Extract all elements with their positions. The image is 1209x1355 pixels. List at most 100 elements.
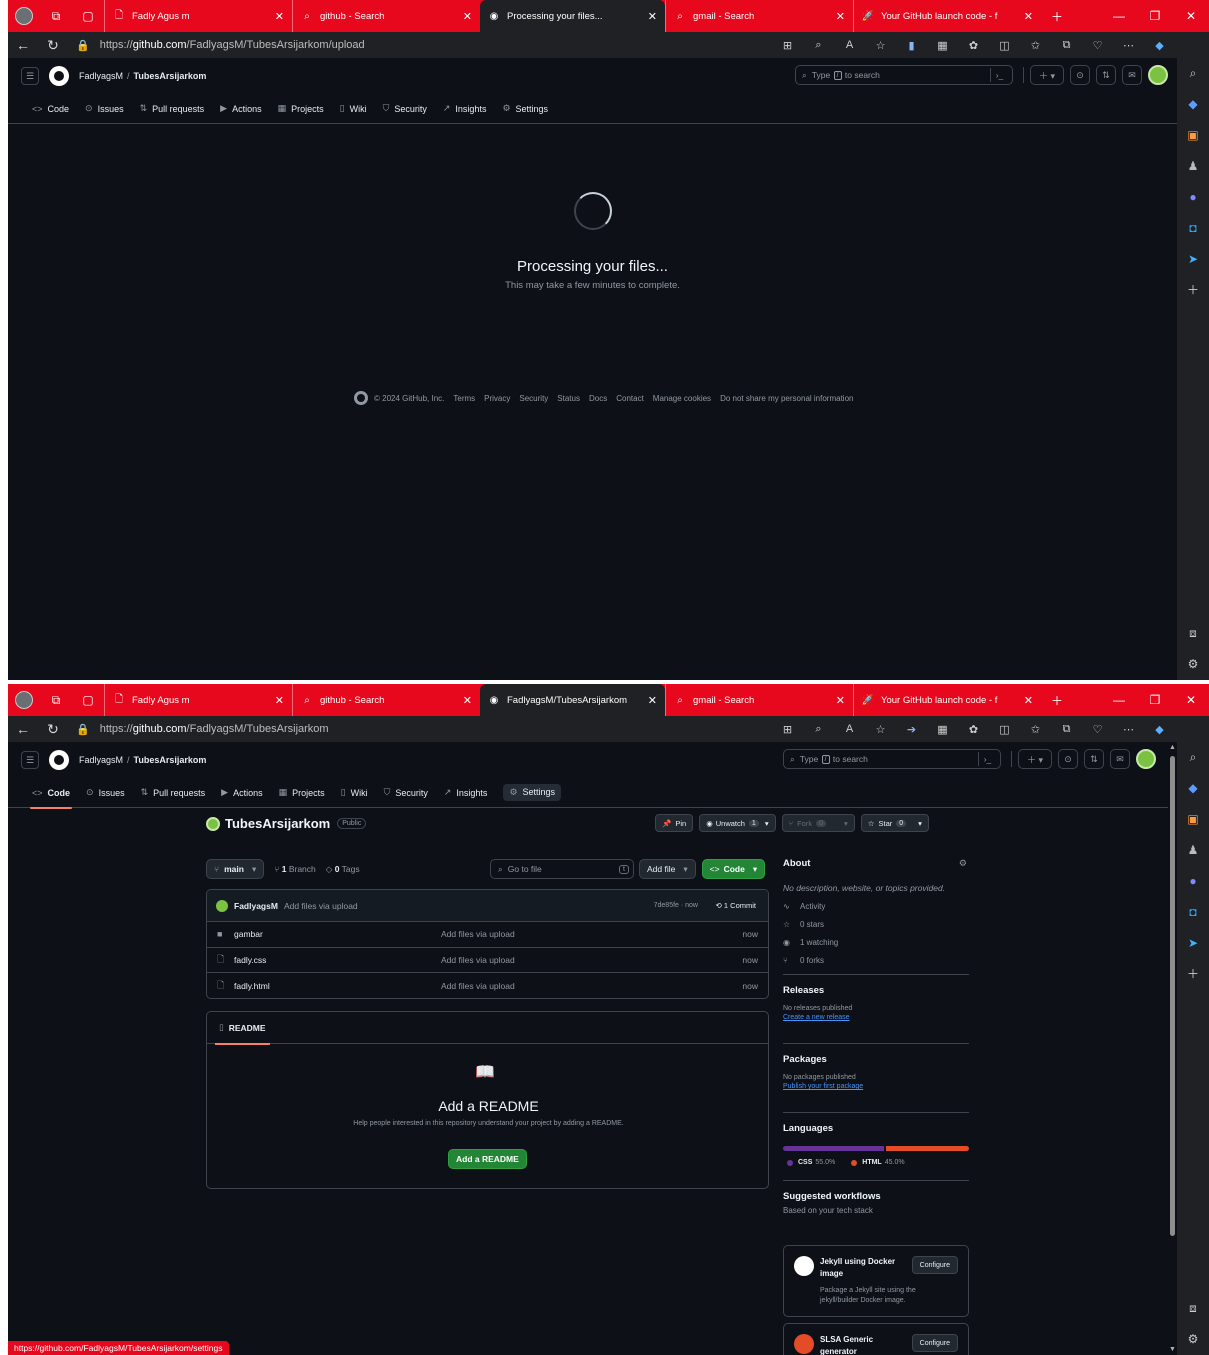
repo-link[interactable]: TubesArsijarkom — [134, 755, 207, 765]
table-row[interactable]: 🗋 fadly.html Add files via upload now — [207, 973, 768, 998]
gear-icon[interactable]: ⚙ — [959, 858, 967, 869]
star-button[interactable]: ☆ Star 0 ▾ — [860, 814, 929, 832]
browser-tab[interactable]: 🚀 Your GitHub launch code - f ✕ — [853, 0, 1041, 32]
avatar[interactable] — [1136, 749, 1156, 769]
tab-pull-requests[interactable]: ⇅ Pull requests — [133, 778, 214, 808]
tab-code[interactable]: <> Code — [24, 778, 78, 809]
new-tab-icon[interactable]: ＋ — [1041, 0, 1073, 32]
close-tab-icon[interactable]: ✕ — [1024, 694, 1033, 707]
restore-icon[interactable]: ❐ — [1137, 684, 1173, 716]
refresh-icon[interactable]: ↻ — [38, 37, 68, 54]
close-window-icon[interactable]: ✕ — [1173, 684, 1209, 716]
back-icon[interactable]: ← — [8, 721, 38, 737]
pin-button[interactable]: 📌 Pin — [655, 814, 694, 832]
code-button[interactable]: <> Code ▾ — [701, 859, 766, 879]
command-palette-icon[interactable]: ›_ — [978, 752, 996, 766]
new-tab-icon[interactable]: ＋ — [1041, 684, 1073, 716]
avatar[interactable] — [1148, 65, 1168, 85]
workspaces-icon[interactable]: ⧉ — [40, 0, 72, 32]
configure-button[interactable]: Configure — [911, 1334, 958, 1352]
extensions-icon[interactable]: ✿ — [958, 39, 989, 52]
scrollbar[interactable]: ▲ ▼ — [1168, 742, 1177, 1355]
heart-icon[interactable]: ♡ — [1082, 39, 1113, 52]
heart-icon[interactable]: ♡ — [1082, 723, 1113, 736]
split-screen-icon[interactable]: ◫ — [989, 39, 1020, 52]
stars-link[interactable]: ☆ 0 stars — [783, 920, 969, 929]
pull-requests-icon[interactable]: ⇅ — [1084, 749, 1104, 769]
copilot-icon[interactable]: ● — [1177, 182, 1209, 213]
favorite-star-icon[interactable]: ☆ — [865, 723, 896, 736]
apps-icon[interactable]: ⊞ — [772, 723, 803, 736]
search-icon[interactable]: ⌕ — [1177, 58, 1209, 89]
favorites-icon[interactable]: ✩ — [1020, 39, 1051, 52]
close-tab-icon[interactable]: ✕ — [836, 10, 845, 23]
branches-link[interactable]: ⑂ 1 Branch — [274, 864, 316, 874]
tag-icon[interactable]: ◆ — [1177, 773, 1209, 804]
tab-code[interactable]: <> Code — [24, 94, 77, 124]
unwatch-button[interactable]: ◉ Unwatch 1 ▾ — [699, 814, 776, 832]
tab-wiki[interactable]: ▯ Wiki — [332, 94, 375, 124]
browser-tab[interactable]: 🗋 Fadly Agus m ✕ — [104, 684, 292, 716]
footer-link[interactable]: Do not share my personal information — [720, 394, 853, 403]
more-icon[interactable]: ⋯ — [1113, 723, 1144, 736]
footer-link[interactable]: Security — [519, 394, 548, 403]
create-new-button[interactable]: ＋ ▾ — [1030, 65, 1064, 85]
menu-icon[interactable]: ☰ — [21, 751, 39, 769]
browser-tab[interactable]: ⌕ gmail - Search ✕ — [665, 684, 853, 716]
footer-link[interactable]: Docs — [589, 394, 607, 403]
games-icon[interactable]: ♟ — [1177, 151, 1209, 182]
browser-tab[interactable]: 🗋 Fadly Agus m ✕ — [104, 0, 292, 32]
tab-actions[interactable]: ▶ Actions — [213, 778, 270, 808]
footer-link[interactable]: Privacy — [484, 394, 510, 403]
footer-link[interactable]: Terms — [453, 394, 475, 403]
footer-link[interactable]: Manage cookies — [653, 394, 711, 403]
browser-tab[interactable]: ⌕ gmail - Search ✕ — [665, 0, 853, 32]
favorite-star-icon[interactable]: ☆ — [865, 39, 896, 52]
search-input[interactable]: ⌕ Type / to search ›_ — [795, 65, 1013, 85]
extension-icon[interactable]: ▦ — [927, 723, 958, 736]
screenshot-icon[interactable]: ⧈ — [1177, 618, 1209, 649]
language-html[interactable]: HTML 45.0% — [847, 1159, 905, 1166]
tab-insights[interactable]: ↗ Insights — [436, 778, 496, 808]
create-new-button[interactable]: ＋ ▾ — [1018, 749, 1052, 769]
games-icon[interactable]: ♟ — [1177, 835, 1209, 866]
close-tab-icon[interactable]: ✕ — [648, 694, 657, 707]
collections-icon[interactable]: ⧉ — [1051, 39, 1082, 52]
packages-title[interactable]: Packages — [783, 1054, 969, 1065]
tab-pull-requests[interactable]: ⇅ Pull requests — [132, 94, 213, 124]
inbox-icon[interactable]: ✉ — [1110, 749, 1130, 769]
browser-tab-active[interactable]: ◉ Processing your files... ✕ — [480, 0, 665, 32]
more-icon[interactable]: ⋯ — [1113, 39, 1144, 52]
restore-icon[interactable]: ❐ — [1137, 0, 1173, 32]
close-tab-icon[interactable]: ✕ — [275, 10, 284, 23]
scroll-down-icon[interactable]: ▼ — [1169, 1346, 1176, 1353]
commits-link[interactable]: ⟲ 1 Commit — [716, 901, 756, 910]
footer-link[interactable]: Status — [557, 394, 580, 403]
close-tab-icon[interactable]: ✕ — [836, 694, 845, 707]
minimize-icon[interactable]: — — [1101, 0, 1137, 32]
copilot-icon[interactable]: ◆ — [1144, 723, 1175, 736]
tab-readme[interactable]: ▯ README — [215, 1012, 270, 1045]
browser-tab[interactable]: 🚀 Your GitHub launch code - f ✕ — [853, 684, 1041, 716]
outlook-icon[interactable]: ◘ — [1177, 897, 1209, 928]
branch-selector[interactable]: ⑂ main ▾ — [206, 859, 265, 879]
tab-security[interactable]: ⛉ Security — [376, 778, 436, 808]
owner-link[interactable]: FadlyagsM — [79, 755, 123, 765]
read-aloud-icon[interactable]: A — [834, 39, 865, 51]
issues-icon[interactable]: ⊙ — [1058, 749, 1078, 769]
profile-button[interactable] — [8, 684, 40, 716]
tab-actions-icon[interactable]: ▢ — [72, 684, 104, 716]
tab-projects[interactable]: ▦ Projects — [270, 94, 332, 124]
send-icon[interactable]: ➤ — [1177, 928, 1209, 959]
add-file-button[interactable]: Add file ▾ — [639, 859, 696, 879]
minimize-icon[interactable]: — — [1101, 684, 1137, 716]
extension-icon[interactable]: ➔ — [896, 723, 927, 736]
read-aloud-icon[interactable]: A — [834, 723, 865, 735]
tags-link[interactable]: ◇ 0 Tags — [326, 864, 360, 875]
collections-icon[interactable]: ⧉ — [1051, 723, 1082, 736]
issues-icon[interactable]: ⊙ — [1070, 65, 1090, 85]
add-icon[interactable]: ＋ — [1177, 275, 1209, 306]
repo-link[interactable]: TubesArsijarkom — [134, 71, 207, 81]
search-input[interactable]: ⌕ Type / to search ›_ — [783, 749, 1001, 769]
pull-requests-icon[interactable]: ⇅ — [1096, 65, 1116, 85]
